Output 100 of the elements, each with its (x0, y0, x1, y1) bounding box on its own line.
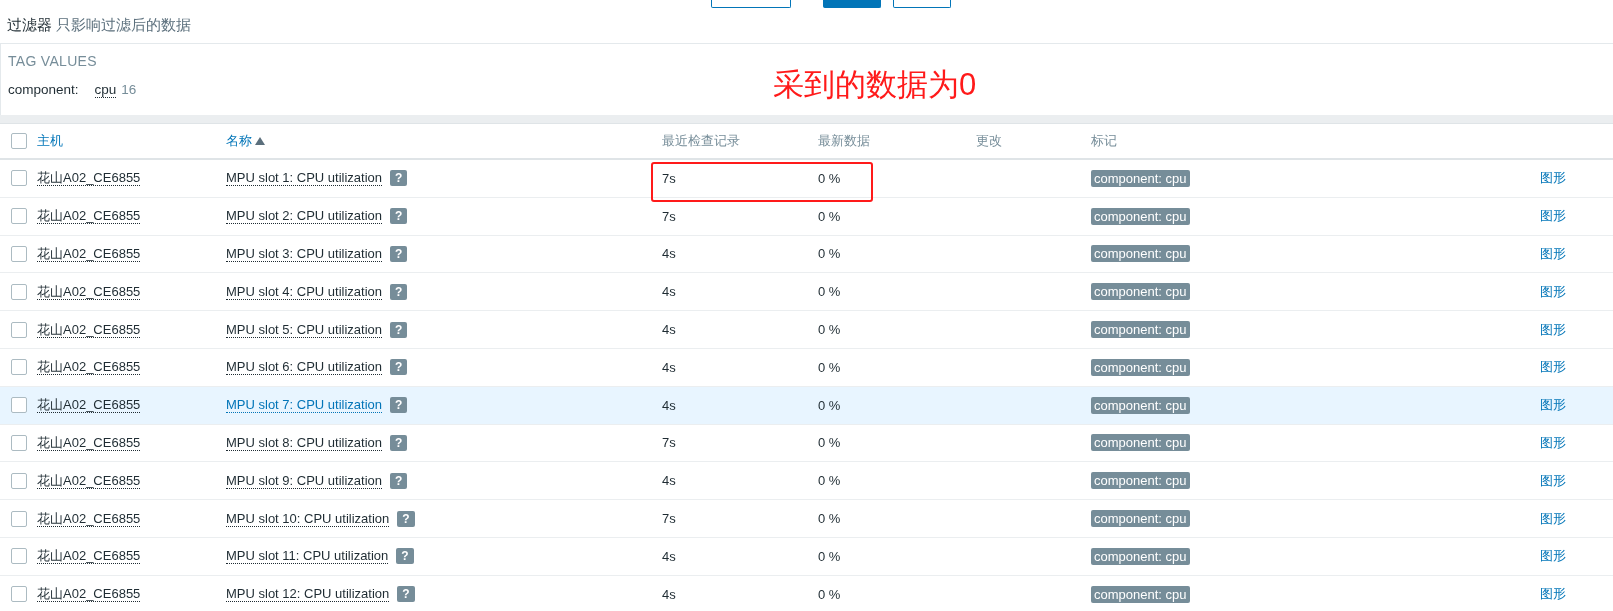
item-name-link[interactable]: MPU slot 2: CPU utilization (226, 208, 383, 225)
row-checkbox[interactable] (10, 283, 27, 300)
table-row[interactable]: 花山A02_CE6855 MPU slot 5: CPU utilization ? 4s 0 % component: cpu 图形 (0, 311, 1613, 349)
row-checkbox[interactable] (10, 397, 27, 414)
host-link[interactable]: 花山A02_CE6855 (37, 510, 141, 527)
graph-link[interactable]: 图形 (1540, 321, 1566, 337)
table-row[interactable]: 花山A02_CE6855 MPU slot 11: CPU utilization ? 4s 0 % component: cpu 图形 (0, 537, 1613, 576)
table-cell: 0 % (818, 359, 841, 375)
table-row[interactable]: 花山A02_CE6855 MPU slot 10: CPU utilization ? 7s 0 % component: cpu 图形 (0, 500, 1613, 538)
table-row[interactable]: 花山A02_CE6855 MPU slot 1: CPU utilization ? 7s 0 % component: cpu 图形 (0, 160, 1613, 198)
host-link[interactable]: 花山A02_CE6855 (37, 472, 141, 489)
row-checkbox[interactable] (10, 510, 27, 527)
graph-link[interactable]: 图形 (1540, 586, 1566, 602)
graph-link[interactable]: 图形 (1540, 434, 1566, 450)
tag-count: 16 (121, 82, 137, 97)
column-header[interactable]: 主机 (37, 133, 63, 148)
column-header[interactable]: 名称 (226, 132, 265, 150)
host-link[interactable]: 花山A02_CE6855 (37, 397, 141, 414)
table-cell: 7s (662, 170, 676, 186)
row-checkbox[interactable] (10, 548, 27, 565)
table-cell: 4s (662, 322, 676, 338)
tag-badge: component: cpu (1091, 434, 1190, 452)
item-name-link[interactable]: MPU slot 8: CPU utilization (226, 434, 383, 451)
row-checkbox[interactable] (10, 359, 27, 376)
host-link[interactable]: 花山A02_CE6855 (37, 548, 141, 565)
graph-link[interactable]: 图形 (1540, 170, 1566, 186)
item-name-link[interactable]: MPU slot 1: CPU utilization (226, 170, 383, 187)
tag-badge: component: cpu (1091, 283, 1190, 301)
graph-link[interactable]: 图形 (1540, 397, 1566, 413)
host-link[interactable]: 花山A02_CE6855 (37, 321, 141, 338)
item-name-link[interactable]: MPU slot 11: CPU utilization (226, 548, 389, 565)
toolbar-button[interactable] (711, 0, 791, 8)
table-row[interactable]: 花山A02_CE6855 MPU slot 9: CPU utilization ? 4s 0 % component: cpu 图形 (0, 462, 1613, 501)
table-cell: 4s (662, 359, 676, 375)
tag-name: component: (8, 82, 79, 97)
tag-badge: component: cpu (1091, 510, 1190, 528)
host-link[interactable]: 花山A02_CE6855 (37, 434, 141, 451)
item-name-link[interactable]: MPU slot 4: CPU utilization (226, 283, 383, 300)
host-link[interactable]: 花山A02_CE6855 (37, 208, 141, 225)
row-checkbox[interactable] (10, 434, 27, 451)
tag-badge: component: cpu (1091, 472, 1190, 490)
toolbar-button[interactable] (893, 0, 951, 8)
item-name-link[interactable]: MPU slot 6: CPU utilization (226, 359, 383, 376)
row-checkbox[interactable] (10, 246, 27, 262)
item-name-link[interactable]: MPU slot 9: CPU utilization (226, 472, 383, 489)
tag-value-link[interactable]: cpu (94, 82, 117, 98)
tag-values-heading: TAG VALUES (7, 52, 98, 69)
table-cell: 4s (662, 473, 676, 489)
table-cell: 0 % (818, 586, 841, 602)
table-row[interactable]: 花山A02_CE6855 MPU slot 3: CPU utilization ? 4s 0 % component: cpu 图形 (0, 235, 1613, 274)
tag-badge: component: cpu (1091, 207, 1190, 225)
table-cell: 0 % (818, 284, 841, 300)
table-cell: 4s (662, 246, 676, 262)
table-row[interactable]: 花山A02_CE6855 MPU slot 4: CPU utilization ? 4s 0 % component: cpu 图形 (0, 273, 1613, 312)
item-name-link[interactable]: MPU slot 7: CPU utilization (226, 397, 383, 414)
host-link[interactable]: 花山A02_CE6855 (37, 170, 141, 187)
tag-badge: component: cpu (1091, 358, 1190, 376)
row-checkbox[interactable] (10, 321, 27, 338)
tag-badge: component: cpu (1091, 396, 1190, 414)
row-checkbox[interactable] (10, 170, 27, 187)
table-cell: 7s (662, 511, 676, 527)
table-cell: 0 % (818, 473, 841, 489)
table-cell: 7s (662, 435, 676, 451)
filter-note: 只影响过滤后的数据 (56, 16, 191, 35)
host-link[interactable]: 花山A02_CE6855 (37, 283, 141, 300)
annotation-text: 采到的数据为0 (773, 66, 977, 104)
item-name-link[interactable]: MPU slot 12: CPU utilization (226, 586, 390, 603)
host-link[interactable]: 花山A02_CE6855 (37, 586, 141, 603)
table-cell: 4s (662, 586, 676, 602)
table-cell: 4s (662, 284, 676, 300)
graph-link[interactable]: 图形 (1540, 510, 1566, 526)
table-row[interactable]: 花山A02_CE6855 MPU slot 12: CPU utilization ? 4s 0 % component: cpu 图形 (0, 575, 1613, 611)
item-name-link[interactable]: MPU slot 10: CPU utilization (226, 510, 390, 527)
host-link[interactable]: 花山A02_CE6855 (37, 246, 141, 262)
select-all-checkbox[interactable] (10, 133, 27, 149)
table-row[interactable]: 花山A02_CE6855 MPU slot 8: CPU utilization ? 7s 0 % component: cpu 图形 (0, 424, 1613, 463)
tag-badge: component: cpu (1091, 169, 1190, 187)
table-cell: 0 % (818, 170, 841, 186)
graph-link[interactable]: 图形 (1540, 246, 1566, 261)
column-header: 最近检查记录 (662, 133, 740, 148)
host-link[interactable]: 花山A02_CE6855 (37, 359, 141, 376)
column-header: 最新数据 (818, 133, 870, 148)
table-cell: 0 % (818, 548, 841, 564)
filter-title: 过滤器 (7, 16, 52, 35)
graph-link[interactable]: 图形 (1540, 283, 1566, 299)
graph-link[interactable]: 图形 (1540, 472, 1566, 488)
row-checkbox[interactable] (10, 208, 27, 225)
row-checkbox[interactable] (10, 472, 27, 489)
table-row[interactable]: 花山A02_CE6855 MPU slot 2: CPU utilization ? 7s 0 % component: cpu 图形 (0, 197, 1613, 236)
table-cell: 0 % (818, 208, 841, 224)
graph-link[interactable]: 图形 (1540, 208, 1566, 224)
graph-link[interactable]: 图形 (1540, 359, 1566, 375)
table-row[interactable]: 花山A02_CE6855 MPU slot 7: CPU utilization ? 4s 0 % component: cpu 图形 (0, 386, 1613, 425)
row-checkbox[interactable] (10, 586, 27, 603)
graph-link[interactable]: 图形 (1540, 548, 1566, 564)
table-row[interactable]: 花山A02_CE6855 MPU slot 6: CPU utilization ? 4s 0 % component: cpu 图形 (0, 349, 1613, 387)
item-name-link[interactable]: MPU slot 5: CPU utilization (226, 321, 383, 338)
table-cell: 0 % (818, 322, 841, 338)
tag-badge: component: cpu (1091, 321, 1190, 339)
item-name-link[interactable]: MPU slot 3: CPU utilization (226, 246, 383, 262)
